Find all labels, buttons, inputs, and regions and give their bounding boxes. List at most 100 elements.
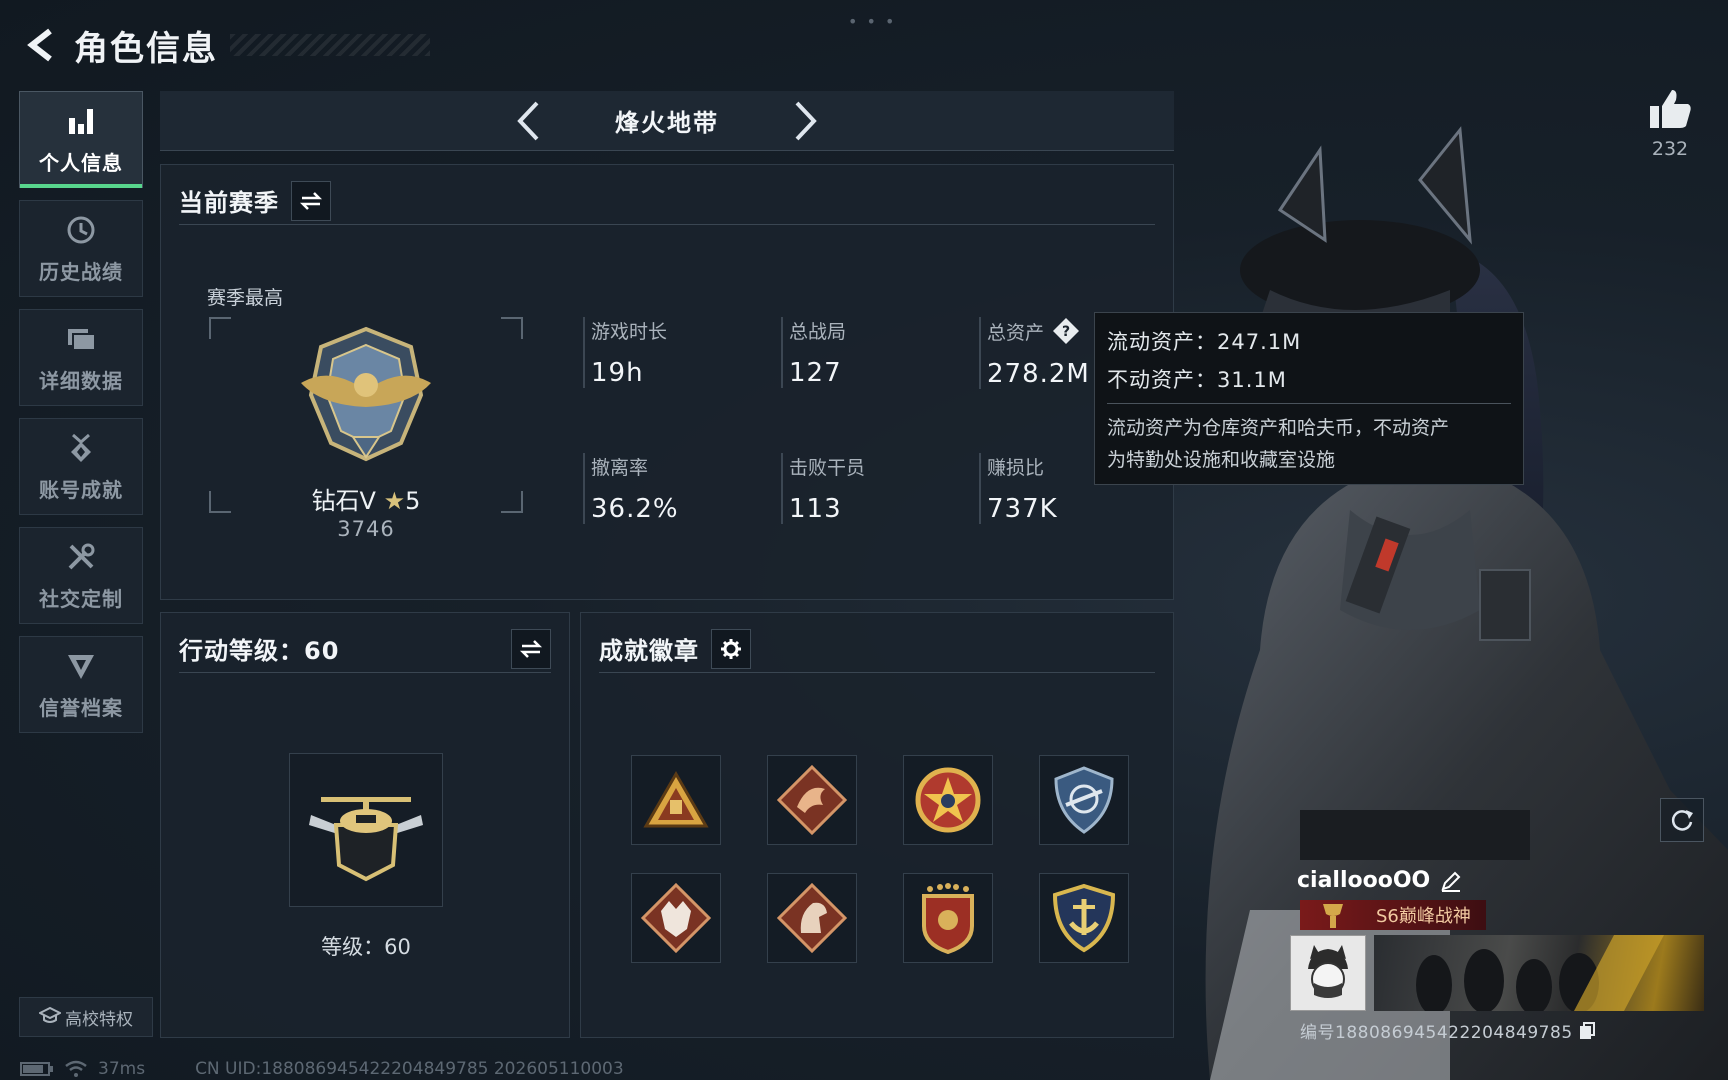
back-arrow-icon[interactable] bbox=[20, 23, 64, 67]
sidebar-item-label: 社交定制 bbox=[39, 587, 123, 611]
player-id: 编号1880869454222048497​85 bbox=[1300, 1023, 1573, 1043]
stat-label: 游戏时长 bbox=[591, 321, 668, 343]
refresh-icon bbox=[1671, 810, 1693, 831]
triangle-badge[interactable] bbox=[631, 755, 721, 845]
chevron-left-icon bbox=[517, 101, 539, 140]
thumbs-up-icon bbox=[1650, 90, 1691, 128]
stat-value: 19h bbox=[591, 358, 644, 388]
sidebar-item-label: 详细数据 bbox=[39, 369, 123, 393]
stat-label: 击败干员 bbox=[789, 457, 866, 479]
sidebar: 个人信息 历史战绩 详细数据 账号成就 社交定制 信誉档案 bbox=[19, 91, 143, 745]
rank-emblem-icon bbox=[291, 325, 441, 469]
stat-value: 36.2% bbox=[591, 494, 679, 524]
sidebar-item-credit[interactable]: 信誉档案 bbox=[19, 636, 143, 733]
player-title-badge: S6巅峰战神 bbox=[1300, 900, 1486, 930]
stat-value: 113 bbox=[789, 494, 842, 524]
stat-label: 赚损比 bbox=[987, 457, 1045, 479]
panel-header: 当前赛季 bbox=[179, 177, 1155, 225]
drag-handle-dots: • • • bbox=[848, 12, 897, 31]
tooltip-liquid-assets: 流动资产：247.1M bbox=[1107, 330, 1302, 354]
rank-name-line: 钻石V ★5 bbox=[161, 481, 571, 516]
campus-privilege-button[interactable]: 高校特权 bbox=[19, 997, 153, 1037]
chevron-right-icon bbox=[795, 101, 817, 140]
history-clock-icon bbox=[63, 212, 99, 248]
sidebar-item-detailed-data[interactable]: 详细数据 bbox=[19, 309, 143, 406]
avatar[interactable] bbox=[1290, 935, 1366, 1011]
wolf-badge[interactable] bbox=[631, 873, 721, 963]
season-title: 当前赛季 bbox=[179, 189, 279, 217]
svg-text:?: ? bbox=[1062, 324, 1070, 340]
mode-switcher: 烽火地带 bbox=[160, 91, 1174, 151]
crest-badge[interactable] bbox=[903, 873, 993, 963]
star-badge[interactable] bbox=[903, 755, 993, 845]
level-label: 等级：60 bbox=[321, 935, 411, 959]
rank-score: 3746 bbox=[337, 517, 395, 541]
tools-icon bbox=[63, 539, 99, 575]
season-switch-button[interactable] bbox=[291, 180, 331, 221]
page-title: 角色信息 bbox=[74, 28, 218, 69]
level-emblem-frame bbox=[289, 753, 443, 907]
like-count: 232 bbox=[1651, 138, 1689, 160]
rank-name: 钻石V bbox=[311, 487, 376, 515]
stat-play-time: 游戏时长 19h bbox=[583, 317, 667, 388]
stat-value: 127 bbox=[789, 358, 842, 388]
uid-text: CN UID:18808694542220484978​5 2026051100… bbox=[195, 1059, 624, 1079]
star-icon: ★ bbox=[383, 487, 406, 515]
stat-label: 总战局 bbox=[789, 321, 847, 343]
badges-title: 成就徽章 bbox=[599, 637, 699, 665]
battery-icon bbox=[20, 1062, 53, 1076]
sidebar-item-label: 历史战绩 bbox=[39, 260, 123, 284]
panel-header: 成就徽章 bbox=[599, 625, 1155, 673]
sidebar-item-social[interactable]: 社交定制 bbox=[19, 527, 143, 624]
horse-badge[interactable] bbox=[767, 873, 857, 963]
stat-label-row: 总资产 ? bbox=[987, 317, 1090, 345]
title-decoration bbox=[230, 34, 430, 56]
next-mode-button[interactable] bbox=[782, 93, 830, 149]
sidebar-item-achievements[interactable]: 账号成就 bbox=[19, 418, 143, 515]
edit-pencil-icon[interactable] bbox=[1440, 870, 1462, 892]
stat-extract-rate: 撤离率 36.2% bbox=[583, 453, 679, 524]
mode-title: 烽火地带 bbox=[615, 109, 719, 137]
header: 角色信息 bbox=[20, 20, 430, 70]
player-banner-image bbox=[1374, 935, 1704, 1011]
help-icon[interactable]: ? bbox=[1052, 317, 1080, 345]
tooltip-desc-line: 为特勤处设施和收藏室设施 bbox=[1107, 449, 1336, 471]
tooltip-desc-line: 流动资产为仓库资产和哈夫币，不动资产 bbox=[1107, 417, 1450, 439]
character-model[interactable] bbox=[1150, 90, 1728, 1080]
action-level-panel: 行动等级：60 等级：60 bbox=[160, 612, 570, 1038]
copy-icon[interactable] bbox=[1579, 1021, 1595, 1040]
campus-icon bbox=[37, 1006, 63, 1029]
tooltip-divider bbox=[1107, 403, 1511, 404]
action-level-title: 行动等级：60 bbox=[179, 637, 340, 665]
ping: 37ms bbox=[98, 1059, 146, 1079]
shield-badge[interactable] bbox=[1039, 755, 1129, 845]
helicopter-emblem-icon bbox=[309, 797, 423, 882]
badges-settings-button[interactable] bbox=[711, 628, 751, 669]
avatar-image bbox=[1308, 945, 1348, 998]
sidebar-item-label: 信誉档案 bbox=[39, 696, 123, 720]
sidebar-item-history[interactable]: 历史战绩 bbox=[19, 200, 143, 297]
panel-header: 行动等级：60 bbox=[179, 625, 551, 673]
stat-kills: 击败干员 113 bbox=[781, 453, 865, 524]
wifi-icon bbox=[65, 1060, 87, 1077]
dragon-badge[interactable] bbox=[767, 755, 857, 845]
prev-mode-button[interactable] bbox=[504, 93, 552, 149]
like-button[interactable]: 232 bbox=[1640, 88, 1700, 160]
action-level-switch-button[interactable] bbox=[511, 628, 551, 669]
sidebar-item-personal-info[interactable]: 个人信息 bbox=[19, 91, 143, 188]
player-title-text: S6巅峰战神 bbox=[1376, 906, 1471, 927]
swap-icon bbox=[519, 639, 543, 658]
player-card bbox=[1290, 935, 1704, 1011]
credit-shield-icon bbox=[63, 648, 99, 684]
player-name-row: cialloooOO bbox=[1297, 868, 1462, 893]
stat-profit-ratio: 赚损比 737K bbox=[979, 453, 1058, 524]
current-season-panel: 当前赛季 赛季最高 钻石V ★5 3746 游戏时长 19h 总战局 127 总… bbox=[160, 164, 1174, 600]
player-name: cialloooOO bbox=[1297, 868, 1431, 893]
tooltip-fixed-assets: 不动资产：31.1M bbox=[1107, 368, 1287, 392]
campus-label: 高校特权 bbox=[65, 1009, 133, 1030]
anchor-badge[interactable] bbox=[1039, 873, 1129, 963]
rotate-view-button[interactable] bbox=[1660, 798, 1704, 842]
stat-value: 737K bbox=[987, 494, 1058, 524]
gear-icon bbox=[721, 638, 741, 659]
sidebar-item-label: 个人信息 bbox=[39, 151, 123, 175]
